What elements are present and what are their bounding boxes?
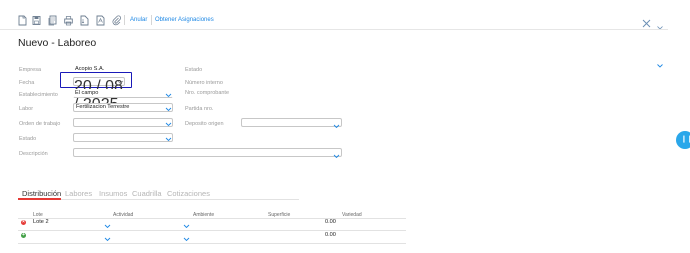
empresa-label: Empresa [19, 67, 42, 73]
establecimiento-label: Establecimiento [19, 92, 58, 98]
delete-row-icon[interactable]: × [21, 219, 26, 225]
establecimiento-chevron-icon[interactable] [165, 93, 172, 98]
tab-cuadrilla[interactable]: Cuadrilla [132, 189, 162, 198]
grid-row-line [18, 230, 406, 231]
calendar-chevron-icon[interactable] [117, 80, 124, 85]
anular-button[interactable]: Anular [130, 17, 147, 23]
copy-doc-icon[interactable] [48, 15, 57, 26]
descripcion-input[interactable] [73, 148, 342, 157]
superficie-cell[interactable]: 0.00 [325, 219, 336, 225]
superficie-cell[interactable]: 0.00 [325, 232, 336, 238]
export-icon[interactable] [80, 15, 89, 26]
active-tab-indicator [18, 198, 61, 200]
fecha-input[interactable]: 20 / 08 / 2025 [73, 77, 125, 113]
tab-insumos[interactable]: Insumos [99, 189, 127, 198]
partida-label: Partida nro. [185, 106, 214, 112]
print-icon[interactable] [64, 15, 73, 26]
tab-labores[interactable]: Labores [65, 189, 92, 198]
orden-trabajo-select[interactable] [73, 118, 173, 127]
estado-right-label: Estado [185, 67, 203, 73]
estado-label: Estado [19, 136, 37, 142]
tab-cotizaciones[interactable]: Cotizaciones [167, 189, 210, 198]
add-row-icon[interactable]: + [21, 232, 26, 238]
pause-icon: ❙❙ [681, 136, 690, 143]
attach-icon[interactable] [112, 15, 121, 26]
labor-label: Labor [19, 106, 34, 112]
page-title: Nuevo - Laboreo [18, 37, 97, 49]
orden-trabajo-label: Orden de trabajo [19, 121, 61, 127]
labor-select[interactable]: Fertilizacion Terrestre [73, 103, 173, 112]
header-divider [0, 29, 668, 30]
labor-chevron-icon[interactable] [165, 107, 172, 112]
actividad-chevron-icon[interactable] [104, 237, 111, 242]
side-panel-button[interactable]: ❙❙ [676, 131, 690, 149]
fecha-label: Fecha [19, 80, 35, 86]
deposito-origen-select[interactable] [241, 118, 342, 127]
grid-header-line [18, 218, 406, 219]
descripcion-chevron-icon[interactable] [333, 154, 340, 159]
toolbar-separator [151, 15, 152, 25]
obtener-asignaciones-button[interactable]: Obtener Asignaciones [155, 17, 214, 23]
establecimiento-select[interactable]: El campo [73, 89, 173, 98]
orden-trabajo-chevron-icon[interactable] [165, 122, 172, 127]
grid-row-line [18, 243, 406, 244]
save-icon[interactable] [32, 15, 41, 26]
labor-value: Fertilizacion Terrestre [76, 104, 130, 110]
numero-interno-label: Número interno [185, 80, 223, 86]
toolbar-separator [124, 15, 125, 25]
expand-chevron-icon[interactable] [657, 55, 663, 68]
chevron-down-icon[interactable] [657, 17, 663, 30]
close-icon[interactable] [642, 15, 651, 28]
establecimiento-value: El campo [75, 90, 99, 96]
tab-distribucion[interactable]: Distribución [22, 189, 61, 198]
actividad-chevron-icon[interactable] [104, 224, 111, 229]
descripcion-label: Descripción [19, 151, 48, 157]
nro-comprobante-label: Nro. comprobante [185, 90, 230, 96]
deposito-origen-label: Deposito origen [185, 121, 224, 127]
estado-select[interactable] [73, 133, 173, 142]
lote-cell[interactable]: Lote 2 [33, 219, 49, 225]
new-doc-icon[interactable] [18, 15, 27, 26]
deposito-chevron-icon[interactable] [333, 124, 340, 129]
ambiente-chevron-icon[interactable] [183, 224, 190, 229]
ambiente-chevron-icon[interactable] [183, 237, 190, 242]
estado-chevron-icon[interactable] [165, 137, 172, 142]
pdf-icon[interactable] [96, 15, 105, 26]
